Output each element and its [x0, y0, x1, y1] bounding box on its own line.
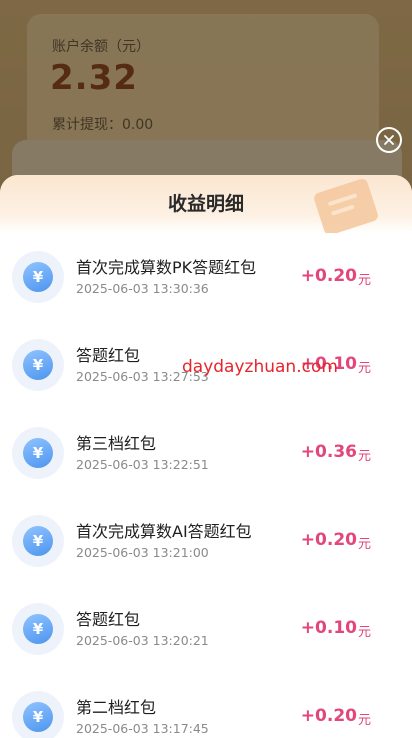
item-amount: +0.36	[300, 442, 357, 462]
yuan-coin-icon: ¥	[12, 603, 64, 655]
yuan-coin-icon: ¥	[12, 691, 64, 738]
item-time: 2025-06-03 13:21:00	[76, 545, 209, 560]
item-amount: +0.20	[300, 530, 357, 550]
item-title: 答题红包	[76, 346, 141, 365]
item-unit: 元	[358, 713, 372, 728]
sheet-header: 收益明细	[0, 175, 412, 233]
item-title: 首次完成算数AI答题红包	[76, 522, 252, 541]
item-unit: 元	[358, 273, 372, 288]
item-time: 2025-06-03 13:27:53	[76, 369, 209, 384]
list-item: ¥ 首次完成算数PK答题红包 2025-06-03 13:30:36 +0.20…	[0, 233, 412, 321]
close-button[interactable]	[376, 127, 402, 153]
list-item: ¥ 首次完成算数AI答题红包 2025-06-03 13:21:00 +0.20…	[0, 497, 412, 585]
item-title: 首次完成算数PK答题红包	[76, 258, 257, 277]
yuan-coin-icon: ¥	[12, 427, 64, 479]
item-time: 2025-06-03 13:20:21	[76, 633, 209, 648]
item-unit: 元	[358, 449, 372, 464]
item-unit: 元	[358, 625, 372, 640]
item-amount: +0.20	[300, 706, 357, 726]
sheet-title: 收益明细	[167, 193, 244, 215]
yuan-coin-icon: ¥	[12, 251, 64, 303]
yuan-coin-icon: ¥	[12, 515, 64, 567]
list-item: ¥ 答题红包 2025-06-03 13:20:21 +0.10 元	[0, 585, 412, 673]
list-item: ¥ 第三档红包 2025-06-03 13:22:51 +0.36 元	[0, 409, 412, 497]
item-amount: +0.10	[300, 354, 357, 374]
list-item: ¥ 第二档红包 2025-06-03 13:17:45 +0.20 元	[0, 673, 412, 738]
item-amount: +0.20	[300, 266, 357, 286]
item-time: 2025-06-03 13:17:45	[76, 721, 209, 736]
item-title: 答题红包	[76, 610, 141, 629]
item-title: 第二档红包	[76, 698, 157, 717]
item-unit: 元	[358, 537, 372, 552]
yuan-coin-icon: ¥	[12, 339, 64, 391]
earnings-detail-sheet: 收益明细 ¥ 首次完成算数PK答题红包 2025-06-03 13:30:36 …	[0, 175, 412, 738]
item-time: 2025-06-03 13:30:36	[76, 281, 209, 296]
item-title: 第三档红包	[76, 434, 157, 453]
item-amount: +0.10	[300, 618, 357, 638]
item-time: 2025-06-03 13:22:51	[76, 457, 209, 472]
item-unit: 元	[358, 361, 372, 376]
list-item: ¥ 答题红包 2025-06-03 13:27:53 +0.10 元	[0, 321, 412, 409]
close-icon	[384, 135, 394, 145]
